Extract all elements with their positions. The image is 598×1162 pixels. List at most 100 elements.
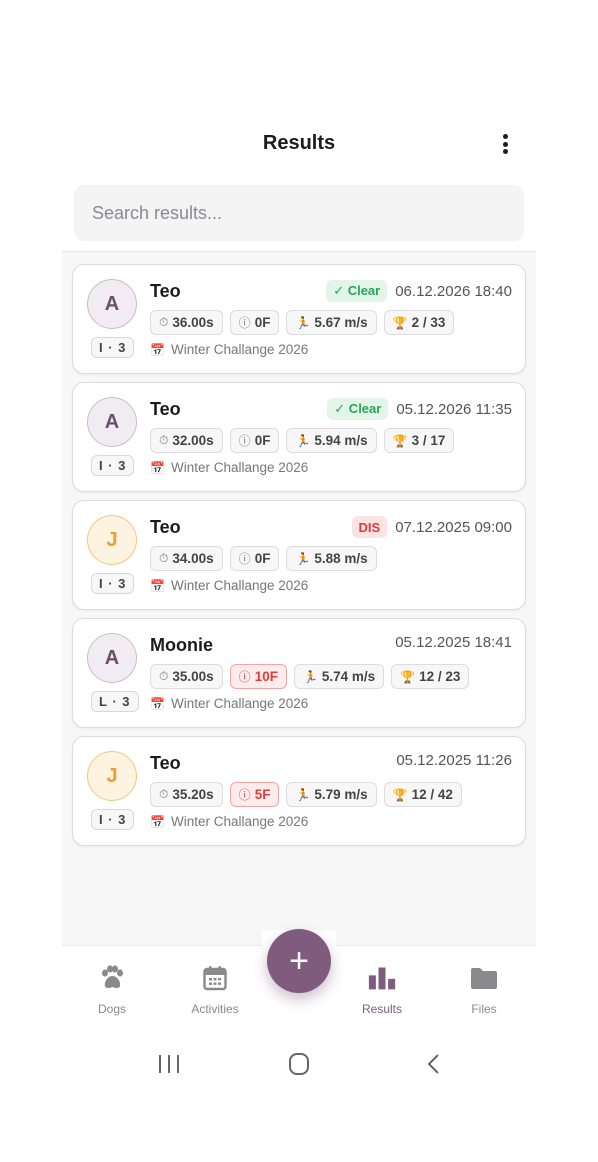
level-badge: L · 3 — [91, 691, 139, 712]
running-icon: 🏃 — [302, 669, 318, 684]
nav-item-files[interactable]: Files — [444, 964, 524, 1016]
result-card[interactable]: A I · 3 Teo ✓ Clear 05.12.2026 11:35 ⏱ 32… — [72, 382, 526, 492]
running-icon: 🏃 — [295, 551, 311, 566]
result-card[interactable]: A I · 3 Teo ✓ Clear 06.12.2026 18:40 ⏱ 36… — [72, 264, 526, 374]
dog-avatar: A — [87, 397, 137, 447]
stopwatch-icon: ⏱ — [159, 669, 169, 683]
event-label: 📅 Winter Challange 2026 — [150, 578, 309, 593]
speed-chip: 🏃 5.79 m/s — [286, 782, 377, 807]
nav-item-results[interactable]: Results — [342, 964, 422, 1016]
running-icon: 🏃 — [295, 433, 311, 448]
dog-avatar: J — [87, 751, 137, 801]
page-title: Results — [262, 132, 336, 154]
faults-chip: ⓘ 0F — [229, 310, 280, 335]
faults-chip: ⓘ 0F — [229, 546, 280, 571]
level-badge: I · 3 — [91, 573, 135, 594]
result-card[interactable]: A L · 3 Moonie 05.12.2025 18:41 ⏱ 35.00s … — [72, 618, 526, 728]
calendar-icon: 📅 — [150, 460, 165, 475]
placement-chip: 🏆 3 / 17 — [383, 428, 455, 453]
system-navigation-bar — [62, 1040, 536, 1088]
trophy-icon: 🏆 — [400, 669, 416, 684]
back-icon[interactable] — [422, 1050, 446, 1078]
level-badge: I · 3 — [91, 455, 135, 476]
stopwatch-icon: ⏱ — [159, 315, 169, 329]
nav-label: Results — [361, 1002, 402, 1016]
result-card[interactable]: J I · 3 Teo DIS 07.12.2025 09:00 ⏱ 34.00s… — [72, 500, 526, 610]
trophy-icon: 🏆 — [392, 787, 408, 802]
calendar-icon: 📅 — [150, 696, 165, 711]
placement-chip: 🏆 12 / 42 — [383, 782, 462, 807]
time-chip: ⏱ 35.00s — [150, 664, 223, 689]
faults-chip: ⓘ 0F — [229, 428, 280, 453]
result-card[interactable]: J I · 3 Teo 05.12.2025 11:26 ⏱ 35.20s ⓘ 5F… — [72, 736, 526, 846]
speed-chip: 🏃 5.94 m/s — [286, 428, 377, 453]
folder-icon — [470, 964, 498, 992]
add-result-button[interactable]: + — [267, 929, 331, 993]
more-vertical-icon[interactable] — [500, 132, 510, 156]
level-badge: I · 3 — [91, 809, 135, 830]
running-icon: 🏃 — [295, 787, 311, 802]
running-icon: 🏃 — [295, 315, 311, 330]
dog-avatar: A — [87, 633, 137, 683]
calendar-icon: 📅 — [150, 814, 165, 829]
search-bar[interactable] — [74, 185, 524, 241]
paw-icon — [98, 964, 126, 992]
bar-chart-icon — [368, 964, 396, 992]
event-label: 📅 Winter Challange 2026 — [150, 342, 309, 357]
time-chip: ⏱ 35.20s — [150, 782, 223, 807]
dog-avatar: J — [87, 515, 137, 565]
result-date: 05.12.2025 11:26 — [396, 752, 512, 769]
time-chip: ⏱ 36.00s — [150, 310, 223, 335]
placement-chip: 🏆 12 / 23 — [391, 664, 470, 689]
event-label: 📅 Winter Challange 2026 — [150, 460, 309, 475]
time-chip: ⏱ 34.00s — [150, 546, 223, 571]
nav-label: Files — [471, 1002, 497, 1016]
dog-name: Moonie — [150, 635, 213, 655]
alert-circle-icon: ⓘ — [238, 670, 251, 684]
faults-chip: ⓘ 10F — [229, 664, 287, 689]
search-input[interactable] — [92, 202, 506, 224]
calendar-icon: 📅 — [150, 578, 165, 593]
event-label: 📅 Winter Challange 2026 — [150, 814, 309, 829]
alert-circle-icon: ⓘ — [238, 788, 251, 802]
speed-chip: 🏃 5.88 m/s — [286, 546, 377, 571]
dog-name: Teo — [150, 517, 181, 537]
dog-name: Teo — [150, 399, 181, 419]
level-badge: I · 3 — [91, 337, 135, 358]
stopwatch-icon: ⏱ — [159, 787, 169, 801]
result-date: 05.12.2026 11:35 — [396, 400, 512, 418]
dog-avatar: A — [87, 279, 137, 329]
calendar-icon: 📅 — [150, 342, 165, 357]
faults-chip: ⓘ 5F — [229, 782, 280, 807]
result-date: 06.12.2026 18:40 — [395, 282, 512, 300]
app-screen: Results A I · 3 Teo ✓ Clear 06.12.2026 1… — [62, 0, 536, 1162]
result-date: 07.12.2025 09:00 — [395, 518, 512, 536]
trophy-icon: 🏆 — [392, 315, 408, 330]
dog-name: Teo — [150, 281, 181, 301]
top-app-bar: Results — [62, 120, 536, 168]
status-badge-clear: ✓ Clear — [327, 398, 389, 420]
alert-circle-icon: ⓘ — [238, 552, 251, 566]
stopwatch-icon: ⏱ — [159, 551, 169, 565]
speed-chip: 🏃 5.74 m/s — [293, 664, 385, 689]
nav-item-dogs[interactable]: Dogs — [72, 964, 152, 1016]
event-label: 📅 Winter Challange 2026 — [150, 696, 309, 711]
nav-label: Activities — [191, 1002, 239, 1016]
speed-chip: 🏃 5.67 m/s — [286, 310, 377, 335]
status-badge-clear: ✓ Clear — [326, 280, 388, 302]
time-chip: ⏱ 32.00s — [150, 428, 223, 453]
dog-name: Teo — [150, 753, 181, 773]
placement-chip: 🏆 2 / 33 — [383, 310, 455, 335]
results-list[interactable]: A I · 3 Teo ✓ Clear 06.12.2026 18:40 ⏱ 36… — [62, 251, 536, 945]
nav-item-activities[interactable]: Activities — [175, 964, 255, 1016]
trophy-icon: 🏆 — [392, 433, 408, 448]
recent-apps-icon[interactable] — [157, 1050, 181, 1078]
alert-circle-icon: ⓘ — [238, 434, 251, 448]
nav-label: Dogs — [97, 1002, 126, 1016]
stopwatch-icon: ⏱ — [159, 433, 169, 447]
calendar-icon — [201, 964, 229, 992]
home-icon[interactable] — [287, 1050, 311, 1078]
result-date: 05.12.2025 18:41 — [395, 634, 512, 651]
status-badge-disqualified: DIS — [351, 516, 388, 538]
alert-circle-icon: ⓘ — [238, 316, 251, 330]
